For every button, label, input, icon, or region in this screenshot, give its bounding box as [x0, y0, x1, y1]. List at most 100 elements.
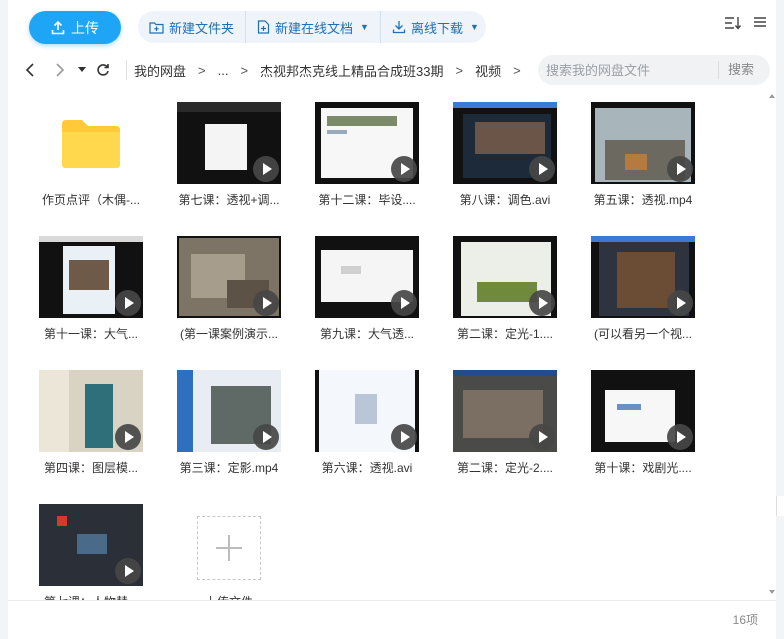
file-name: 第二课：定光-2....	[456, 461, 553, 475]
play-icon	[391, 290, 417, 316]
background-window-edge	[776, 0, 784, 639]
play-icon	[253, 424, 279, 450]
folder-item[interactable]: 作页点评（木偶-...	[29, 100, 167, 234]
video-file-item[interactable]: 第八课：调色.avi	[443, 100, 581, 234]
new-doc-icon	[257, 20, 270, 34]
video-file-item[interactable]: 第五课：透视.mp4	[581, 100, 719, 234]
thumbnail-detail	[605, 390, 675, 442]
video-file-item[interactable]: 第十课：戏剧光....	[581, 368, 719, 502]
video-file-item[interactable]: 第九课：大气透...	[305, 234, 443, 368]
scroll-up-icon[interactable]	[769, 94, 775, 98]
video-file-item[interactable]: 第十一课：大气...	[29, 234, 167, 368]
breadcrumb-separator[interactable]: >	[513, 63, 521, 78]
breadcrumb-separator: >	[455, 62, 464, 78]
file-name: 第十二课：毕设....	[318, 193, 416, 207]
video-thumbnail	[39, 236, 143, 318]
thumbnail-detail	[617, 404, 641, 410]
file-name: 第二课：定光-1....	[456, 327, 553, 341]
thumbnail-detail	[477, 282, 537, 302]
back-button[interactable]	[20, 60, 40, 80]
history-dropdown[interactable]	[72, 60, 92, 80]
play-icon	[529, 290, 555, 316]
search-input[interactable]	[544, 55, 718, 85]
plus-icon	[216, 535, 242, 561]
file-name: 第七课：人物替...	[29, 593, 153, 600]
breadcrumb-item-current[interactable]: 视频	[475, 61, 501, 80]
thumbnail-detail	[475, 122, 545, 154]
scroll-down-icon[interactable]	[769, 590, 775, 594]
netdisk-window: 上传 新建文件夹 新建在线文档 ▼ 离线下载 ▼ 我的网盘 > ... > 杰视…	[8, 0, 776, 639]
file-name: 第八课：调色.avi	[459, 193, 551, 207]
file-name: 第四课：图层模...	[43, 461, 138, 475]
play-icon	[667, 156, 693, 182]
search-button[interactable]: 搜索	[718, 61, 754, 79]
video-file-item[interactable]: 第二课：定光-1....	[443, 234, 581, 368]
offline-download-label: 离线下载	[410, 20, 463, 36]
video-file-item[interactable]: (第一课案例演示...	[167, 234, 305, 368]
video-thumbnail	[39, 370, 143, 452]
breadcrumb-item-ellipsis[interactable]: ...	[218, 63, 229, 78]
upload-button-label: 上传	[71, 19, 99, 36]
view-menu-icon[interactable]	[753, 15, 767, 29]
play-icon	[253, 156, 279, 182]
video-thumbnail	[177, 236, 281, 318]
video-thumbnail	[177, 370, 281, 452]
new-folder-button[interactable]: 新建文件夹	[138, 11, 245, 43]
refresh-button[interactable]	[93, 60, 113, 80]
video-file-item[interactable]: 第二课：定光-2....	[443, 368, 581, 502]
video-thumbnail	[315, 236, 419, 318]
forward-button[interactable]	[50, 60, 70, 80]
new-folder-icon	[149, 21, 164, 34]
play-icon	[667, 290, 693, 316]
caret-down-icon: ▼	[469, 22, 479, 32]
video-file-item[interactable]: 第四课：图层模...	[29, 368, 167, 502]
breadcrumb-separator: >	[240, 62, 249, 78]
back-arrow-icon	[25, 63, 34, 77]
new-doc-label: 新建在线文档	[275, 20, 354, 36]
thumbnail-detail	[39, 370, 69, 452]
play-icon	[667, 424, 693, 450]
play-icon	[115, 290, 141, 316]
file-grid: 作页点评（木偶-... 第七课：透视+调... 第十二课：毕设.... 第八课：调色.…	[29, 100, 729, 600]
thumbnail-detail	[69, 260, 109, 290]
video-file-item[interactable]: 第三课：定影.mp4	[167, 368, 305, 502]
offline-download-button[interactable]: 离线下载 ▼	[379, 11, 490, 43]
video-thumbnail	[315, 370, 419, 452]
video-file-item[interactable]: 第六课：透视.avi	[305, 368, 443, 502]
scrollbar[interactable]	[768, 90, 776, 600]
breadcrumb: 我的网盘 > ... > 杰视邦杰克线上精品合成班33期 > 视频 >	[134, 60, 533, 80]
upload-file-tile[interactable]: 上传文件	[167, 502, 305, 600]
file-name: 第九课：大气透...	[319, 327, 414, 341]
new-doc-button[interactable]: 新建在线文档 ▼	[245, 11, 380, 43]
video-file-item[interactable]: 第十二课：毕设....	[305, 100, 443, 234]
video-thumbnail	[453, 102, 557, 184]
video-thumbnail	[453, 370, 557, 452]
file-name: 第三课：定影.mp4	[179, 461, 279, 475]
status-bar: 16项	[8, 600, 776, 639]
breadcrumb-item-root[interactable]: 我的网盘	[134, 61, 186, 80]
play-icon	[529, 156, 555, 182]
divider	[126, 60, 127, 80]
thumbnail-detail	[205, 124, 247, 170]
video-thumbnail	[453, 236, 557, 318]
video-file-item[interactable]: (可以看另一个视...	[581, 234, 719, 368]
play-icon	[391, 424, 417, 450]
upload-button[interactable]: 上传	[29, 11, 121, 44]
sort-icon[interactable]	[724, 15, 742, 31]
video-thumbnail	[177, 102, 281, 184]
upload-plus-box[interactable]	[197, 516, 261, 580]
video-file-item[interactable]: 第七课：人物替...	[29, 502, 167, 600]
thumbnail-detail	[453, 370, 557, 376]
breadcrumb-item-course[interactable]: 杰视邦杰克线上精品合成班33期	[260, 61, 443, 80]
refresh-icon	[97, 64, 109, 76]
thumbnail-detail	[39, 236, 143, 242]
folder-icon	[62, 120, 120, 168]
video-thumbnail	[39, 504, 143, 586]
video-thumbnail	[591, 102, 695, 184]
caret-down-icon	[78, 67, 86, 72]
forward-arrow-icon	[56, 63, 65, 77]
video-file-item[interactable]: 第七课：透视+调...	[167, 100, 305, 234]
toolbar: 上传 新建文件夹 新建在线文档 ▼ 离线下载 ▼	[8, 0, 776, 52]
thumbnail-detail	[341, 266, 361, 274]
thumbnail-detail	[625, 154, 647, 170]
